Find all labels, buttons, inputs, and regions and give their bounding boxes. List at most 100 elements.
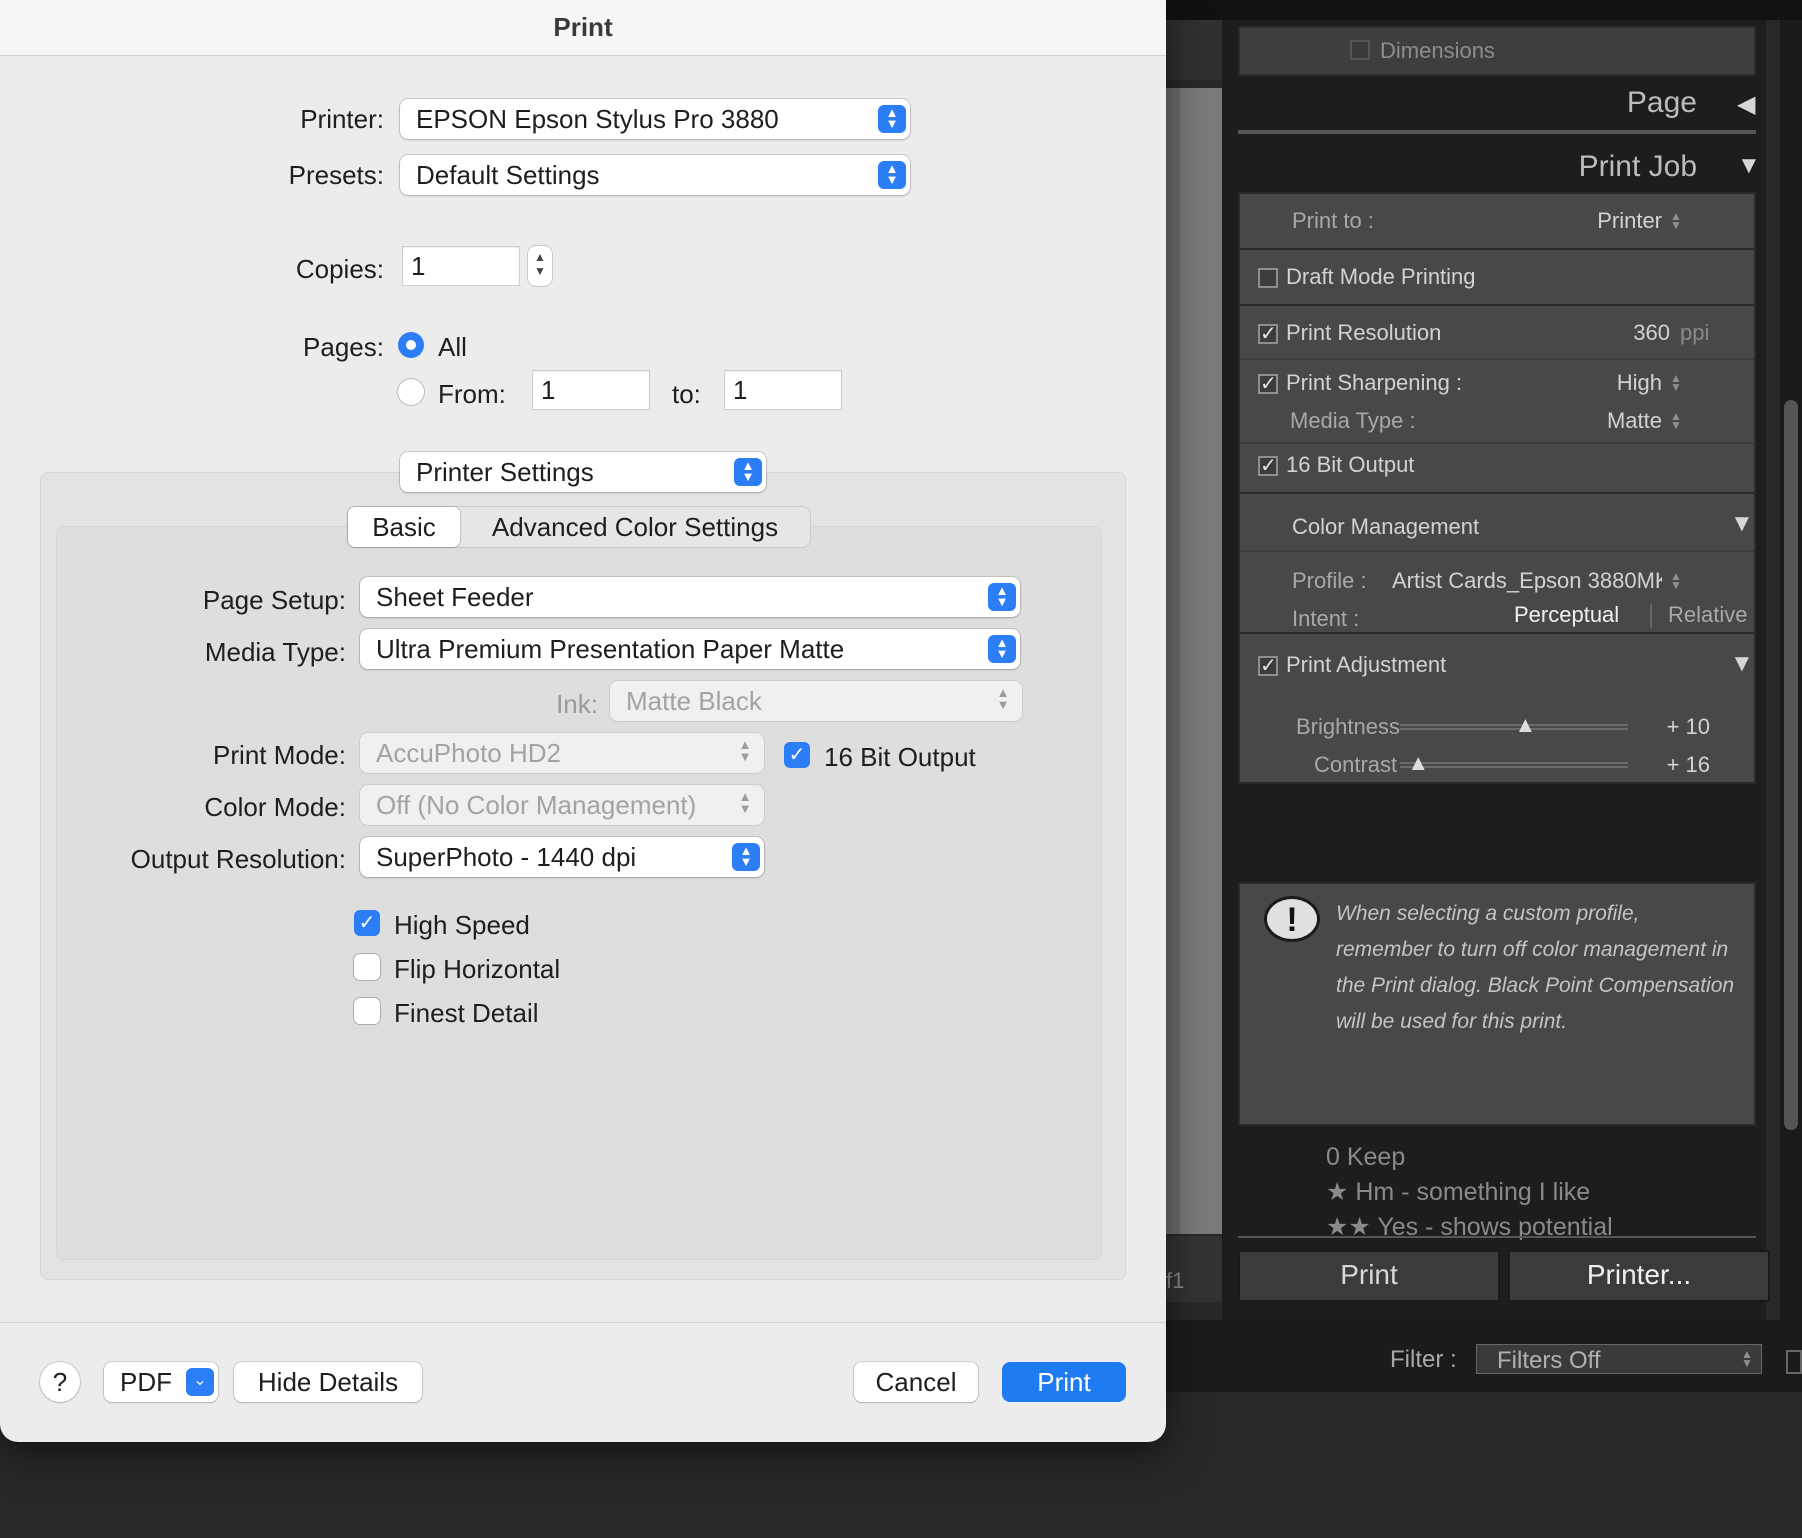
divider (1238, 1236, 1756, 1238)
page-header[interactable]: Page (1557, 86, 1697, 120)
popup-arrows-icon: ▲ ▼ (738, 789, 752, 816)
dimensions-row: Dimensions (1238, 26, 1756, 76)
profile-value[interactable]: Artist Cards_Epson 3880MK (PP... (1392, 568, 1662, 594)
media-type-label: Media Type: (204, 637, 346, 667)
print-to-arrows-icon[interactable]: ▲ ▼ (1670, 210, 1682, 231)
contrast-slider[interactable] (1400, 762, 1628, 768)
draft-mode-label: Draft Mode Printing (1286, 264, 1476, 289)
preview-strip (1160, 20, 1222, 80)
pages-from-radio[interactable] (398, 379, 424, 405)
pages-from-field[interactable]: 1 (532, 370, 650, 410)
print-adjustment-checkbox[interactable]: ✓ (1258, 656, 1278, 676)
bit-output-checkbox[interactable]: ✓ (1258, 456, 1278, 476)
right-panel: Dimensions Page ◀ Print Job ▼ Print to :… (1222, 20, 1770, 1320)
ink-popup[interactable]: Matte Black ▲ ▼ (610, 681, 1022, 721)
print-job-expand-icon[interactable]: ▼ (1737, 152, 1761, 180)
bit-output-checkbox[interactable]: ✓ (784, 742, 810, 768)
high-speed-checkbox[interactable]: ✓ (354, 910, 380, 936)
row-divider (1240, 442, 1754, 444)
print-resolution-checkbox[interactable]: ✓ (1258, 324, 1278, 344)
print-dialog: Print Printer: EPSON Epson Stylus Pro 38… (0, 0, 1166, 1442)
print-adjustment-expand-icon[interactable]: ▼ (1730, 650, 1754, 678)
section-value: Printer Settings (416, 457, 594, 487)
pages-from-label: From: (438, 379, 506, 409)
page-setup-value: Sheet Feeder (376, 582, 534, 612)
pages-all-label: All (438, 332, 467, 362)
output-resolution-value: SuperPhoto - 1440 dpi (376, 842, 637, 872)
footer-divider (0, 1322, 1166, 1323)
print-sharpening-label: Print Sharpening : (1286, 370, 1463, 395)
print-button[interactable]: Print (1002, 1362, 1126, 1402)
page-collapse-icon[interactable]: ◀ (1737, 90, 1755, 119)
print-resolution-label: Print Resolution (1286, 320, 1442, 345)
draft-mode-checkbox[interactable] (1258, 268, 1278, 288)
presets-value: Default Settings (416, 160, 600, 190)
intent-perceptual[interactable]: Perceptual (1514, 602, 1619, 628)
keyword-list: 0 Keep ★ Hm - something I like ★★ Yes - … (1326, 1140, 1613, 1245)
cancel-button[interactable]: Cancel (854, 1362, 978, 1402)
dialog-title: Print (553, 12, 613, 42)
print-to-value[interactable]: Printer (1592, 208, 1662, 234)
media-type-value[interactable]: Matte (1592, 408, 1662, 434)
media-type-arrows-icon[interactable]: ▲ ▼ (1670, 410, 1682, 431)
flip-horizontal-checkbox[interactable] (354, 954, 380, 980)
section-popup[interactable]: Printer Settings ▲ ▼ (400, 452, 766, 492)
ink-value: Matte Black (626, 686, 762, 716)
keyword-line: ★★ Yes - shows potential (1326, 1213, 1613, 1241)
print-adjustment-label: Print Adjustment (1286, 652, 1447, 677)
tab-advanced-color-settings[interactable]: Advanced Color Settings (460, 507, 810, 547)
filmstrip-text: f1 (1166, 1268, 1185, 1293)
sharpening-arrows-icon[interactable]: ▲ ▼ (1670, 372, 1682, 393)
keyword-line: 0 Keep (1326, 1143, 1406, 1171)
media-type-label: Media Type : (1290, 408, 1416, 433)
print-settings-group: ✓ Print Resolution 360 ppi ✓ Print Sharp… (1238, 304, 1756, 494)
print-mode-label: Print Mode: (213, 740, 346, 770)
contrast-label: Contrast (1314, 752, 1398, 777)
popup-arrows-icon: ▲ ▼ (734, 458, 762, 486)
dimensions-checkbox[interactable] (1350, 40, 1370, 60)
filter-arrows-icon[interactable]: ▲ ▼ (1741, 1348, 1753, 1369)
copies-label: Copies: (295, 254, 384, 284)
help-button[interactable]: ? (40, 1362, 80, 1402)
print-sharpening-value[interactable]: High (1592, 370, 1662, 396)
profile-arrows-icon[interactable]: ▲ ▼ (1670, 570, 1682, 591)
filmstrip-toggle[interactable] (1786, 1350, 1802, 1374)
pages-to-field[interactable]: 1 (724, 370, 842, 410)
printer-popup[interactable]: EPSON Epson Stylus Pro 3880 ▲ ▼ (400, 99, 910, 139)
print-sharpening-checkbox[interactable]: ✓ (1258, 374, 1278, 394)
media-type-popup[interactable]: Ultra Premium Presentation Paper Matte ▲… (360, 629, 1020, 669)
print-mode-popup[interactable]: AccuPhoto HD2 ▲ ▼ (360, 733, 764, 773)
lr-printer-button[interactable]: Printer... (1508, 1250, 1770, 1302)
contrast-slider-thumb[interactable]: ▲ (1407, 752, 1429, 774)
output-resolution-label: Output Resolution: (130, 844, 346, 874)
contrast-value: + 16 (1666, 752, 1710, 777)
profile-label: Profile : (1292, 568, 1367, 593)
presets-popup[interactable]: Default Settings ▲ ▼ (400, 155, 910, 195)
color-management-expand-icon[interactable]: ▼ (1730, 510, 1754, 538)
copies-stepper[interactable]: ▲ ▼ (528, 246, 552, 286)
output-resolution-popup[interactable]: SuperPhoto - 1440 dpi ▲ ▼ (360, 837, 764, 877)
filter-dropdown[interactable]: Filters Off ▲ ▼ (1476, 1344, 1762, 1374)
pdf-menu-button[interactable]: PDF ⌄ (104, 1362, 218, 1402)
tab-basic[interactable]: Basic (348, 507, 460, 547)
page-setup-popup[interactable]: Sheet Feeder ▲ ▼ (360, 577, 1020, 617)
intent-relative[interactable]: Relative (1668, 602, 1747, 628)
popup-arrows-icon: ▲ ▼ (878, 105, 906, 133)
filter-label: Filter : (1390, 1346, 1457, 1373)
print-mode-value: AccuPhoto HD2 (376, 738, 561, 768)
brightness-slider-thumb[interactable]: ▲ (1514, 714, 1537, 736)
print-resolution-value[interactable]: 360 (1620, 320, 1670, 346)
hide-details-button[interactable]: Hide Details (234, 1362, 422, 1402)
warning-icon: ! (1264, 896, 1320, 942)
print-preview-page (1180, 88, 1222, 1234)
presets-label: Presets: (288, 160, 384, 190)
dimensions-label: Dimensions (1380, 38, 1495, 63)
lr-print-button[interactable]: Print (1238, 1250, 1500, 1302)
popup-arrows-icon: ▲ ▼ (988, 635, 1016, 663)
finest-detail-checkbox[interactable] (354, 998, 380, 1024)
panel-scrollbar[interactable] (1784, 400, 1798, 1130)
pages-all-radio[interactable] (398, 332, 424, 358)
color-mode-popup[interactable]: Off (No Color Management) ▲ ▼ (360, 785, 764, 825)
copies-field[interactable]: 1 (402, 246, 520, 286)
print-job-header[interactable]: Print Job (1502, 150, 1697, 184)
